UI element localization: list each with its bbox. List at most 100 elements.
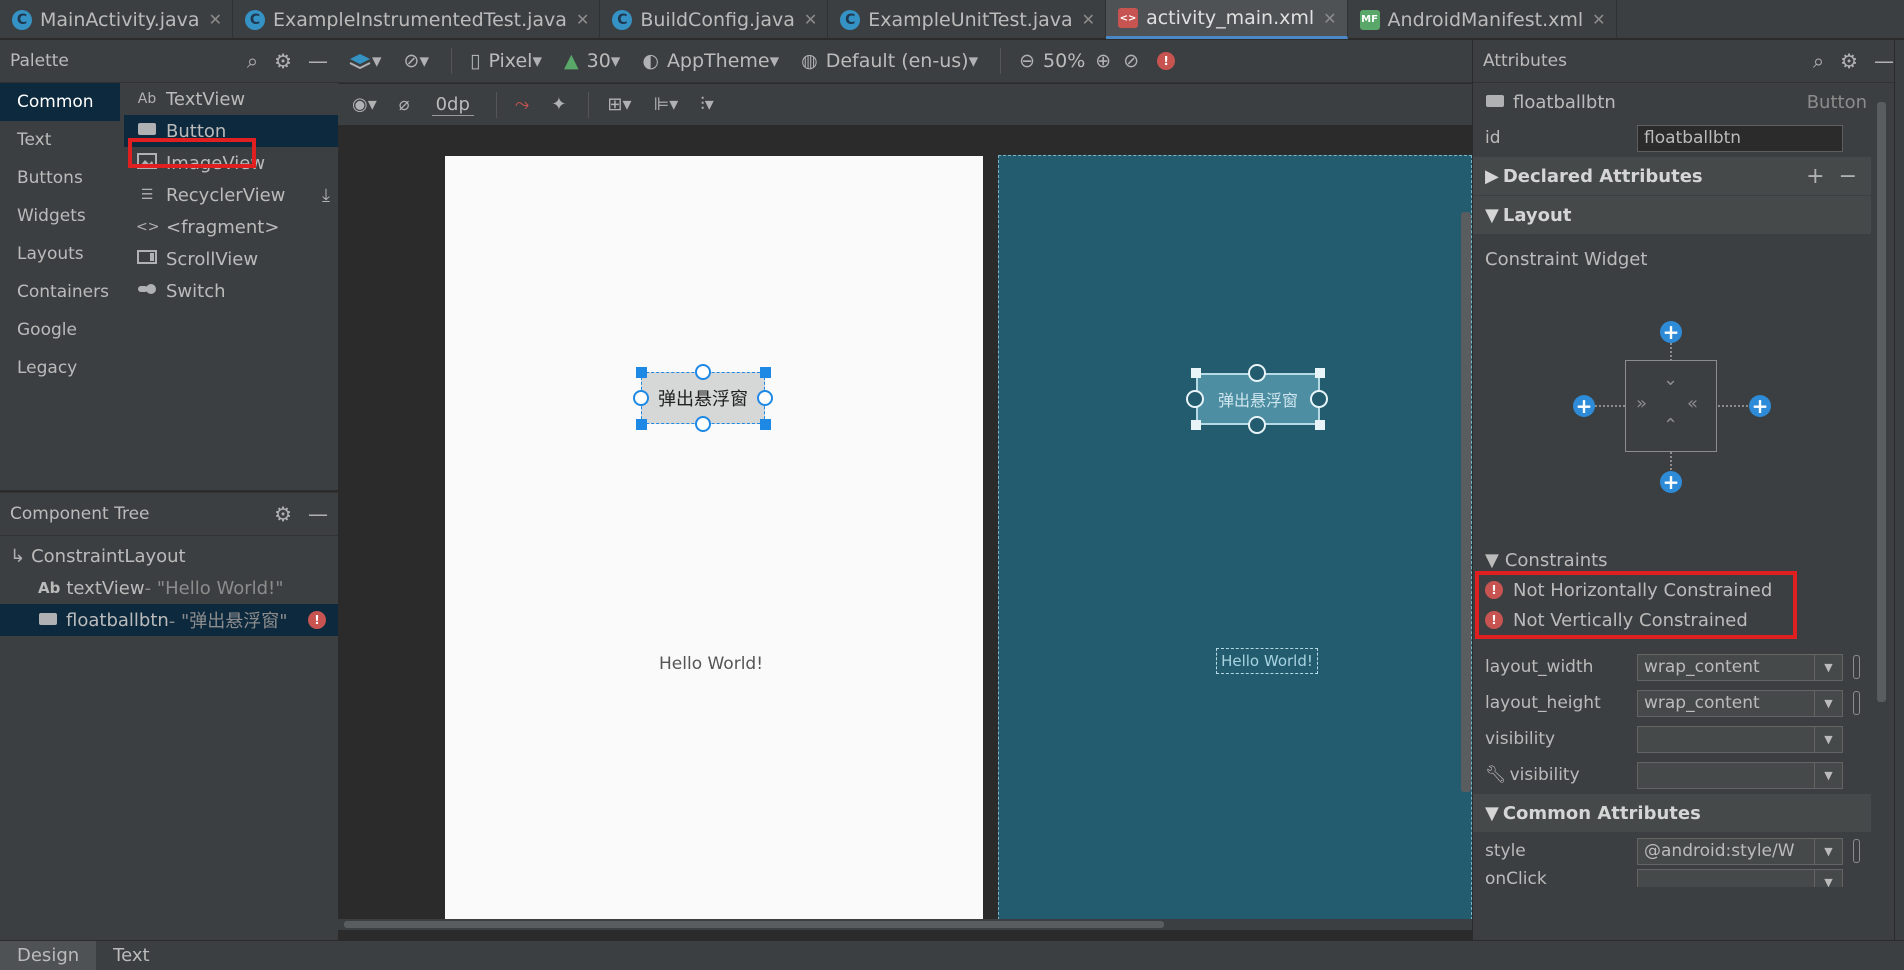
constraint-handle-left[interactable] xyxy=(1186,390,1204,408)
palette-item-switch[interactable]: Switch xyxy=(124,275,338,307)
remove-icon[interactable]: − xyxy=(1839,164,1857,189)
side-tool-strip[interactable] xyxy=(1894,40,1904,940)
category-buttons[interactable]: Buttons xyxy=(0,159,120,197)
hello-world-blueprint[interactable]: Hello World! xyxy=(1216,648,1318,674)
close-icon[interactable]: ✕ xyxy=(804,10,817,29)
constraint-handle-left[interactable] xyxy=(633,390,649,406)
layout-width-select[interactable]: wrap_content ▼ xyxy=(1637,653,1843,681)
category-text[interactable]: Text xyxy=(0,121,120,159)
design-canvas[interactable]: 弹出悬浮窗 Hello World! 弹出悬浮窗 Hello World! xyxy=(338,127,1472,930)
palette-item-textview[interactable]: Ab TextView xyxy=(124,83,338,115)
error-icon[interactable]: ! xyxy=(1157,52,1176,70)
constraint-handle-top[interactable] xyxy=(695,364,711,380)
horizontal-scrollbar[interactable] xyxy=(338,919,1472,930)
category-containers[interactable]: Containers xyxy=(0,273,120,311)
tab-design[interactable]: Design xyxy=(0,941,97,970)
vertical-wrap-icon[interactable]: ⌃ xyxy=(1663,415,1678,436)
horizontal-wrap-icon[interactable]: » xyxy=(1636,393,1647,414)
palette-item-fragment[interactable]: <> <fragment> xyxy=(124,211,338,243)
attributes-scrollbar[interactable] xyxy=(1877,102,1886,702)
close-icon[interactable]: ✕ xyxy=(1592,10,1605,29)
infer-constraints-button[interactable]: ✦ xyxy=(551,94,566,115)
add-icon[interactable]: + xyxy=(1806,164,1824,189)
visibility-select[interactable]: ▼ xyxy=(1637,725,1843,753)
design-surface[interactable]: 弹出悬浮窗 Hello World! xyxy=(445,156,983,930)
hello-world-text[interactable]: Hello World! xyxy=(659,654,763,674)
palette-item-scrollview[interactable]: ScrollView xyxy=(124,243,338,275)
section-common-attributes[interactable]: ▼ Common Attributes xyxy=(1473,794,1871,832)
locale-dropdown[interactable]: ◍ Default (en-us) ▾ xyxy=(801,50,978,72)
category-layouts[interactable]: Layouts xyxy=(0,235,120,273)
pin-icon[interactable] xyxy=(1853,839,1860,863)
default-margin-field[interactable]: 0dp xyxy=(431,94,474,116)
gear-icon[interactable]: ⚙ xyxy=(274,502,292,526)
resize-handle[interactable] xyxy=(1315,420,1325,430)
blueprint-surface[interactable]: 弹出悬浮窗 Hello World! xyxy=(998,155,1472,930)
style-select[interactable]: @android:style/W ▼ xyxy=(1637,837,1843,865)
section-layout[interactable]: ▼ Layout xyxy=(1473,196,1871,234)
horizontal-wrap-icon[interactable]: « xyxy=(1687,393,1698,414)
pin-icon[interactable] xyxy=(1853,655,1860,679)
align-dropdown[interactable]: ⊫ ▾ xyxy=(654,94,679,115)
device-dropdown[interactable]: ▯ Pixel ▾ xyxy=(470,50,542,72)
tab-android-manifest[interactable]: MF AndroidManifest.xml ✕ xyxy=(1348,0,1617,39)
orientation-dropdown[interactable]: ⊘ ▾ xyxy=(404,50,429,72)
resize-handle[interactable] xyxy=(1191,420,1201,430)
resize-handle[interactable] xyxy=(760,367,771,378)
tree-item-constraint-layout[interactable]: ↳ ConstraintLayout xyxy=(0,540,338,572)
tree-item-floatballbtn[interactable]: floatballbtn - "弹出悬浮窗"! xyxy=(0,604,338,636)
close-icon[interactable]: ✕ xyxy=(1082,10,1095,29)
search-icon[interactable]: ⌕ xyxy=(1813,49,1824,73)
add-bottom-constraint-icon[interactable]: + xyxy=(1660,470,1682,494)
tab-build-config[interactable]: C BuildConfig.java ✕ xyxy=(600,0,829,39)
resize-handle[interactable] xyxy=(1315,368,1325,378)
minimize-icon[interactable]: — xyxy=(308,502,328,526)
vertical-wrap-icon[interactable]: ⌄ xyxy=(1663,369,1678,390)
minimize-icon[interactable]: — xyxy=(308,49,328,73)
resize-handle[interactable] xyxy=(1191,368,1201,378)
category-widgets[interactable]: Widgets xyxy=(0,197,120,235)
autoconnect-toggle[interactable]: ⌀ xyxy=(399,94,410,115)
add-left-constraint-icon[interactable]: + xyxy=(1573,394,1595,418)
layers-dropdown[interactable]: ▾ xyxy=(348,50,382,72)
onclick-select[interactable]: ▼ xyxy=(1637,869,1843,887)
gear-icon[interactable]: ⚙ xyxy=(274,49,292,73)
scrollbar-thumb[interactable] xyxy=(344,921,1164,928)
tab-example-unit-test[interactable]: C ExampleUnitTest.java ✕ xyxy=(828,0,1107,39)
category-common[interactable]: Common xyxy=(0,83,120,121)
constraint-handle-right[interactable] xyxy=(1310,390,1328,408)
constraint-handle-bottom[interactable] xyxy=(1248,416,1266,434)
palette-item-recyclerview[interactable]: ☰ RecyclerView ⤓ xyxy=(124,179,338,211)
resize-handle[interactable] xyxy=(636,419,647,430)
close-icon[interactable]: ✕ xyxy=(576,10,589,29)
tab-example-instrumented-test[interactable]: C ExampleInstrumentedTest.java ✕ xyxy=(233,0,601,39)
category-legacy[interactable]: Legacy xyxy=(0,349,120,387)
tab-activity-main-xml[interactable]: <> activity_main.xml ✕ xyxy=(1106,0,1348,39)
layout-height-select[interactable]: wrap_content ▼ xyxy=(1637,689,1843,717)
section-declared-attributes[interactable]: ▶ Declared Attributes + − xyxy=(1473,157,1871,195)
tab-text[interactable]: Text xyxy=(96,941,166,970)
search-icon[interactable]: ⌕ xyxy=(247,49,258,73)
vertical-scrollbar[interactable] xyxy=(1461,212,1471,792)
resize-handle[interactable] xyxy=(760,419,771,430)
pack-dropdown[interactable]: ⊞ ▾ xyxy=(607,94,631,115)
add-top-constraint-icon[interactable]: + xyxy=(1660,320,1682,344)
constraint-handle-top[interactable] xyxy=(1248,364,1266,382)
download-icon[interactable]: ⤓ xyxy=(322,185,330,206)
error-icon[interactable]: ! xyxy=(308,611,326,629)
close-icon[interactable]: ✕ xyxy=(209,10,222,29)
zoom-fit-button[interactable]: ⊘ xyxy=(1123,50,1139,72)
minimize-icon[interactable]: — xyxy=(1874,49,1894,73)
tree-item-textview[interactable]: Ab textView - "Hello World!" xyxy=(0,572,338,604)
gear-icon[interactable]: ⚙ xyxy=(1840,49,1858,73)
add-right-constraint-icon[interactable]: + xyxy=(1749,394,1771,418)
view-options-dropdown[interactable]: ◉ ▾ xyxy=(352,94,377,115)
constraint-handle-right[interactable] xyxy=(757,390,773,406)
category-google[interactable]: Google xyxy=(0,311,120,349)
resize-handle[interactable] xyxy=(636,367,647,378)
clear-constraints-button[interactable]: ⤳ xyxy=(515,94,529,115)
api-dropdown[interactable]: ▲ 30 ▾ xyxy=(564,50,620,72)
close-icon[interactable]: ✕ xyxy=(1323,9,1336,28)
tab-main-activity[interactable]: C MainActivity.java ✕ xyxy=(0,0,233,39)
id-field[interactable]: floatballbtn xyxy=(1637,124,1843,152)
